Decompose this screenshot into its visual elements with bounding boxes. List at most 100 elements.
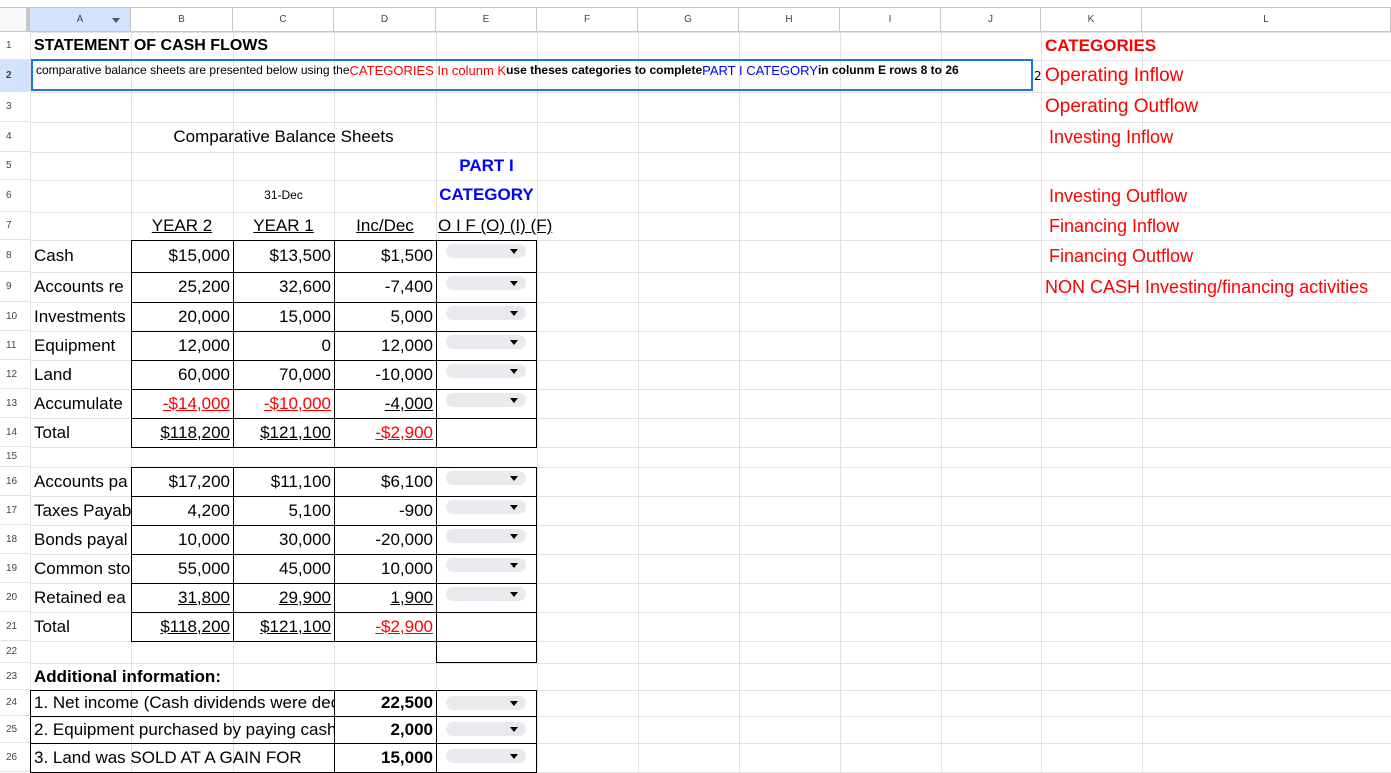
part-label: PART I <box>459 156 514 175</box>
row-header-5[interactable]: 5 <box>0 152 30 180</box>
year2-value: $15,000 <box>168 246 230 265</box>
empty-category-cell[interactable] <box>436 641 537 663</box>
category-dropdown[interactable] <box>446 587 526 601</box>
gridline <box>537 32 538 772</box>
incdec-value: -$2,900 <box>375 422 433 442</box>
year2-value: 12,000 <box>178 335 230 355</box>
year1-value: 15,000 <box>279 306 331 326</box>
row-header-21[interactable]: 21 <box>0 612 30 641</box>
row-label: Equipment <box>34 335 116 355</box>
year1-value: -$10,000 <box>263 393 331 413</box>
row-header-9[interactable]: 9 <box>0 272 30 302</box>
year1-value: $13,500 <box>269 246 331 265</box>
column-header-j[interactable]: J <box>941 8 1041 32</box>
category-dropdown[interactable] <box>446 306 526 320</box>
category-dropdown[interactable] <box>446 529 526 543</box>
year1-value: 5,100 <box>288 500 331 520</box>
row-label: Taxes Payab <box>34 500 131 520</box>
category-dropdown[interactable] <box>446 696 526 710</box>
gridline <box>30 663 1391 664</box>
year2-value: $118,200 <box>160 422 230 442</box>
category-cell[interactable] <box>436 612 537 642</box>
year1-value: $121,100 <box>260 422 331 442</box>
row-header-23[interactable]: 23 <box>0 663 30 690</box>
category-dropdown[interactable] <box>446 500 526 514</box>
category-dropdown[interactable] <box>446 276 526 290</box>
row-header-2[interactable]: 2 <box>0 60 30 92</box>
column-header-f[interactable]: F <box>537 8 638 32</box>
row-header-19[interactable]: 19 <box>0 554 30 583</box>
year2-value: 55,000 <box>178 558 230 578</box>
incdec-value: 12,000 <box>381 335 433 355</box>
header-year1: YEAR 1 <box>253 216 314 235</box>
category-dropdown[interactable] <box>446 244 526 258</box>
balance-sheet-subtitle: Comparative Balance Sheets <box>173 127 394 146</box>
category-dropdown[interactable] <box>446 393 526 407</box>
category-item: Financing Inflow <box>1049 215 1180 236</box>
row-header-3[interactable]: 3 <box>0 92 30 122</box>
row-header-20[interactable]: 20 <box>0 583 30 612</box>
row-header-14[interactable]: 14 <box>0 418 30 447</box>
header-incdec: Inc/Dec <box>356 216 414 235</box>
incdec-value: -$2,900 <box>375 616 433 636</box>
category-item: Financing Outflow <box>1049 245 1194 266</box>
incdec-value: $1,500 <box>381 246 433 265</box>
row-header-18[interactable]: 18 <box>0 525 30 554</box>
gridline <box>1041 32 1042 772</box>
column-header-g[interactable]: G <box>638 8 739 32</box>
row-header-25[interactable]: 25 <box>0 716 30 743</box>
year1-value: 30,000 <box>279 529 331 549</box>
column-header-e[interactable]: E <box>436 8 537 32</box>
row-header-10[interactable]: 10 <box>0 302 30 331</box>
incdec-value: -7,400 <box>384 277 433 296</box>
column-header-a[interactable]: A <box>30 8 131 32</box>
gridline <box>941 32 942 772</box>
incdec-value: $6,100 <box>381 471 433 491</box>
row-label: Investments <box>34 306 126 326</box>
category-dropdown[interactable] <box>446 558 526 572</box>
row-header-24[interactable]: 24 <box>0 690 30 716</box>
column-header-i[interactable]: I <box>840 8 941 32</box>
column-header-l[interactable]: L <box>1142 8 1391 32</box>
incdec-value: 5,000 <box>390 306 433 326</box>
category-item: Investing Outflow <box>1049 185 1188 206</box>
row-header-4[interactable]: 4 <box>0 122 30 152</box>
incdec-value: 10,000 <box>381 558 433 578</box>
row-header-11[interactable]: 11 <box>0 331 30 360</box>
row-header-26[interactable]: 26 <box>0 743 30 772</box>
year1-value: $11,100 <box>270 471 331 491</box>
category-dropdown[interactable] <box>446 749 526 763</box>
category-dropdown[interactable] <box>446 364 526 378</box>
additional-info-heading: Additional information: <box>34 666 221 686</box>
row-header-12[interactable]: 12 <box>0 360 30 389</box>
column-menu-chevron-icon[interactable] <box>112 18 120 23</box>
row-header-8[interactable]: 8 <box>0 240 30 272</box>
row-header-6[interactable]: 6 <box>0 180 30 212</box>
row-header-7[interactable]: 7 <box>0 212 30 240</box>
row-header-1[interactable]: 1 <box>0 32 30 60</box>
column-header-h[interactable]: H <box>739 8 840 32</box>
select-all-corner[interactable] <box>0 8 30 32</box>
gridline <box>840 32 841 772</box>
additional-item-label: 3. Land was SOLD AT A GAIN FOR <box>34 747 302 767</box>
toolbar-strip <box>0 0 1391 8</box>
category-cell[interactable] <box>436 418 537 448</box>
row-header-22[interactable]: 22 <box>0 641 30 663</box>
row-label: Accumulate <box>34 393 123 413</box>
column-header-k[interactable]: K <box>1041 8 1142 32</box>
category-item: Investing Inflow <box>1049 126 1174 147</box>
category-dropdown[interactable] <box>446 471 526 485</box>
row-header-17[interactable]: 17 <box>0 496 30 525</box>
column-header-c[interactable]: C <box>233 8 334 32</box>
year2-value: 10,000 <box>178 529 230 549</box>
row-header-15[interactable]: 15 <box>0 447 30 467</box>
category-dropdown[interactable] <box>446 722 526 736</box>
category-item: Operating Inflow <box>1045 65 1184 86</box>
column-header-d[interactable]: D <box>334 8 436 32</box>
row-header-16[interactable]: 16 <box>0 467 30 496</box>
category-dropdown[interactable] <box>446 335 526 349</box>
column-header-b[interactable]: B <box>131 8 233 32</box>
row-header-13[interactable]: 13 <box>0 389 30 418</box>
gridline <box>30 152 1391 153</box>
selected-cell-range[interactable] <box>31 59 1033 91</box>
